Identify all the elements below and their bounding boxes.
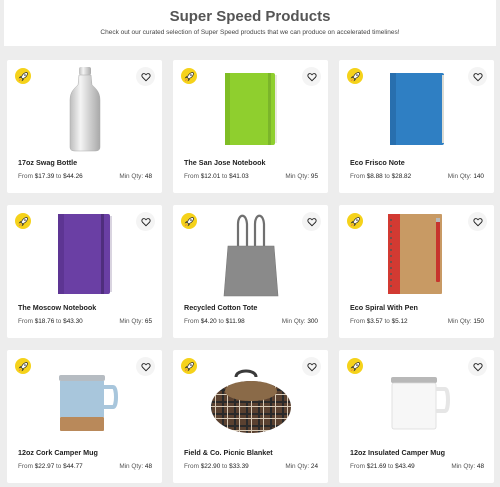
heart-icon bbox=[140, 217, 151, 226]
heart-icon bbox=[472, 217, 483, 226]
rocket-icon bbox=[181, 213, 197, 229]
favorite-button[interactable] bbox=[302, 67, 321, 86]
min-qty: Min Qty: 65 bbox=[119, 318, 152, 325]
rocket-icon bbox=[347, 358, 363, 374]
heart-icon bbox=[306, 217, 317, 226]
product-image-notebook[interactable] bbox=[203, 64, 298, 154]
product-name[interactable]: 12oz Insulated Camper Mug bbox=[350, 448, 445, 457]
product-image-blanket[interactable] bbox=[203, 354, 298, 444]
product-image-tote[interactable] bbox=[203, 209, 298, 299]
heart-icon bbox=[306, 72, 317, 81]
product-card[interactable]: 12oz Cork Camper Mug From $22.97 to $44.… bbox=[7, 350, 162, 483]
favorite-button[interactable] bbox=[468, 67, 487, 86]
rocket-icon bbox=[347, 213, 363, 229]
price-range: From $8.88 to $28.82 bbox=[350, 173, 412, 180]
product-card[interactable]: 12oz Insulated Camper Mug From $21.69 to… bbox=[339, 350, 494, 483]
rocket-icon bbox=[15, 68, 31, 84]
product-card[interactable]: 17oz Swag Bottle From $17.39 to $44.26 M… bbox=[7, 60, 162, 193]
price-range: From $17.39 to $44.26 bbox=[18, 173, 83, 180]
favorite-button[interactable] bbox=[136, 212, 155, 231]
product-name[interactable]: Eco Frisco Note bbox=[350, 158, 405, 167]
product-card[interactable]: Eco Spiral With Pen From $3.57 to $5.12 … bbox=[339, 205, 494, 338]
favorite-button[interactable] bbox=[468, 357, 487, 376]
min-qty: Min Qty: 300 bbox=[281, 318, 318, 325]
min-qty: Min Qty: 48 bbox=[119, 173, 152, 180]
product-image-spiral-notebook[interactable] bbox=[369, 209, 464, 299]
heart-icon bbox=[140, 72, 151, 81]
rocket-icon bbox=[181, 358, 197, 374]
price-range: From $3.57 to $5.12 bbox=[350, 318, 408, 325]
favorite-button[interactable] bbox=[136, 357, 155, 376]
product-image-mug[interactable] bbox=[37, 354, 132, 444]
heart-icon bbox=[472, 362, 483, 371]
product-card[interactable]: Field & Co. Picnic Blanket From $22.90 t… bbox=[173, 350, 328, 483]
price-range: From $21.69 to $43.49 bbox=[350, 463, 415, 470]
product-name[interactable]: The San Jose Notebook bbox=[184, 158, 265, 167]
product-name[interactable]: 17oz Swag Bottle bbox=[18, 158, 77, 167]
product-image-notebook[interactable] bbox=[369, 64, 464, 154]
price-range: From $22.97 to $44.77 bbox=[18, 463, 83, 470]
product-card[interactable]: The Moscow Notebook From $18.76 to $43.3… bbox=[7, 205, 162, 338]
heart-icon bbox=[306, 362, 317, 371]
rocket-icon bbox=[347, 68, 363, 84]
price-range: From $4.20 to $11.98 bbox=[184, 318, 245, 325]
min-qty: Min Qty: 95 bbox=[285, 173, 318, 180]
min-qty: Min Qty: 48 bbox=[451, 463, 484, 470]
product-card[interactable]: Recycled Cotton Tote From $4.20 to $11.9… bbox=[173, 205, 328, 338]
product-name[interactable]: Recycled Cotton Tote bbox=[184, 303, 257, 312]
min-qty: Min Qty: 150 bbox=[447, 318, 484, 325]
favorite-button[interactable] bbox=[302, 212, 321, 231]
product-image-mug[interactable] bbox=[369, 354, 464, 444]
heart-icon bbox=[472, 72, 483, 81]
rocket-icon bbox=[15, 213, 31, 229]
product-image-notebook[interactable] bbox=[37, 209, 132, 299]
product-image-bottle[interactable] bbox=[37, 64, 132, 154]
product-name[interactable]: Eco Spiral With Pen bbox=[350, 303, 418, 312]
favorite-button[interactable] bbox=[136, 67, 155, 86]
product-card[interactable]: Eco Frisco Note From $8.88 to $28.82 Min… bbox=[339, 60, 494, 193]
min-qty: Min Qty: 24 bbox=[285, 463, 318, 470]
product-grid: 17oz Swag Bottle From $17.39 to $44.26 M… bbox=[0, 0, 500, 487]
rocket-icon bbox=[181, 68, 197, 84]
product-card[interactable]: The San Jose Notebook From $12.01 to $41… bbox=[173, 60, 328, 193]
product-name[interactable]: 12oz Cork Camper Mug bbox=[18, 448, 98, 457]
favorite-button[interactable] bbox=[302, 357, 321, 376]
min-qty: Min Qty: 140 bbox=[447, 173, 484, 180]
min-qty: Min Qty: 48 bbox=[119, 463, 152, 470]
price-range: From $12.01 to $41.03 bbox=[184, 173, 249, 180]
rocket-icon bbox=[15, 358, 31, 374]
product-name[interactable]: The Moscow Notebook bbox=[18, 303, 96, 312]
heart-icon bbox=[140, 362, 151, 371]
price-range: From $18.76 to $43.30 bbox=[18, 318, 83, 325]
favorite-button[interactable] bbox=[468, 212, 487, 231]
product-name[interactable]: Field & Co. Picnic Blanket bbox=[184, 448, 273, 457]
price-range: From $22.90 to $33.39 bbox=[184, 463, 249, 470]
